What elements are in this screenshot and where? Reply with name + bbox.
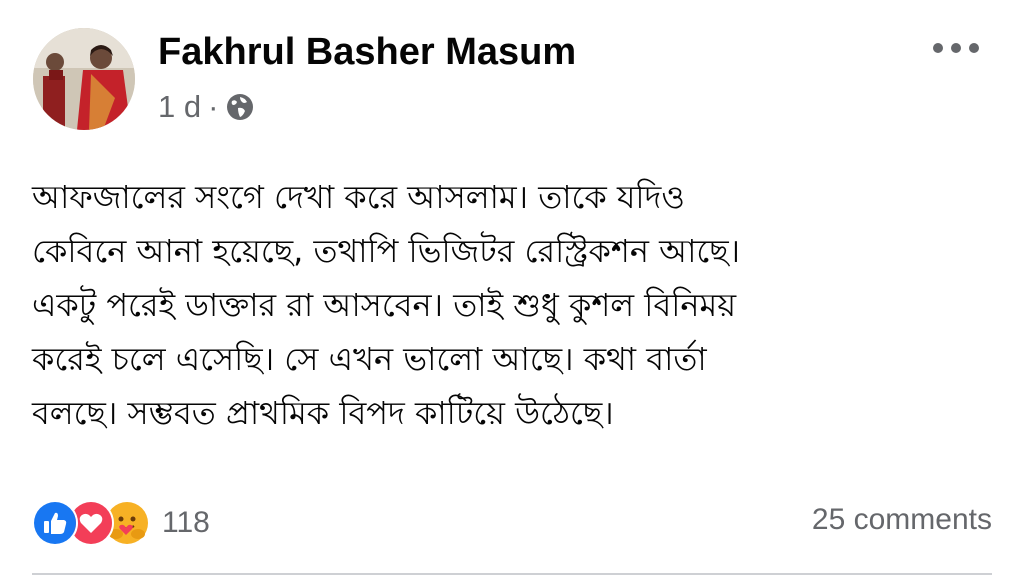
meta-separator: · xyxy=(208,89,219,124)
reactions-summary[interactable]: 118 xyxy=(32,500,210,546)
post-body: আফজালের সংগে দেখা করে আসলাম। তাকে যদিও ক… xyxy=(32,170,992,440)
more-dot xyxy=(969,43,979,53)
post-body-line: একটু পরেই ডাক্তার রা আসবেন। তাই শুধু কুশ… xyxy=(32,286,737,324)
reactions-count[interactable]: 118 xyxy=(162,506,210,540)
like-reaction-icon xyxy=(32,500,78,546)
author-avatar[interactable] xyxy=(33,28,135,130)
author-name[interactable]: Fakhrul Basher Masum xyxy=(158,30,576,74)
globe-icon[interactable] xyxy=(225,92,255,122)
post-body-line: করেই চলে এসেছি। সে এখন ভালো আছে। কথা বার… xyxy=(32,340,707,378)
post-time[interactable]: 1 d xyxy=(158,88,201,126)
more-dot xyxy=(951,43,961,53)
divider xyxy=(32,573,992,575)
more-dot xyxy=(933,43,943,53)
post-body-line: বলছে। সম্ভবত প্রাথমিক বিপদ কাটিয়ে উঠেছে… xyxy=(32,394,614,432)
post-meta: 1 d · xyxy=(158,88,255,126)
post-body-line: আফজালের সংগে দেখা করে আসলাম। তাকে যদিও xyxy=(32,178,685,216)
more-options-icon[interactable] xyxy=(933,40,979,56)
post-card: Fakhrul Basher Masum 1 d · আফজালের সংগে … xyxy=(0,0,1024,576)
post-body-line: কেবিনে আনা হয়েছে, তথাপি ভিজিটর রেস্ট্রি… xyxy=(32,232,741,270)
comments-count-link[interactable]: 25 comments xyxy=(812,503,992,537)
